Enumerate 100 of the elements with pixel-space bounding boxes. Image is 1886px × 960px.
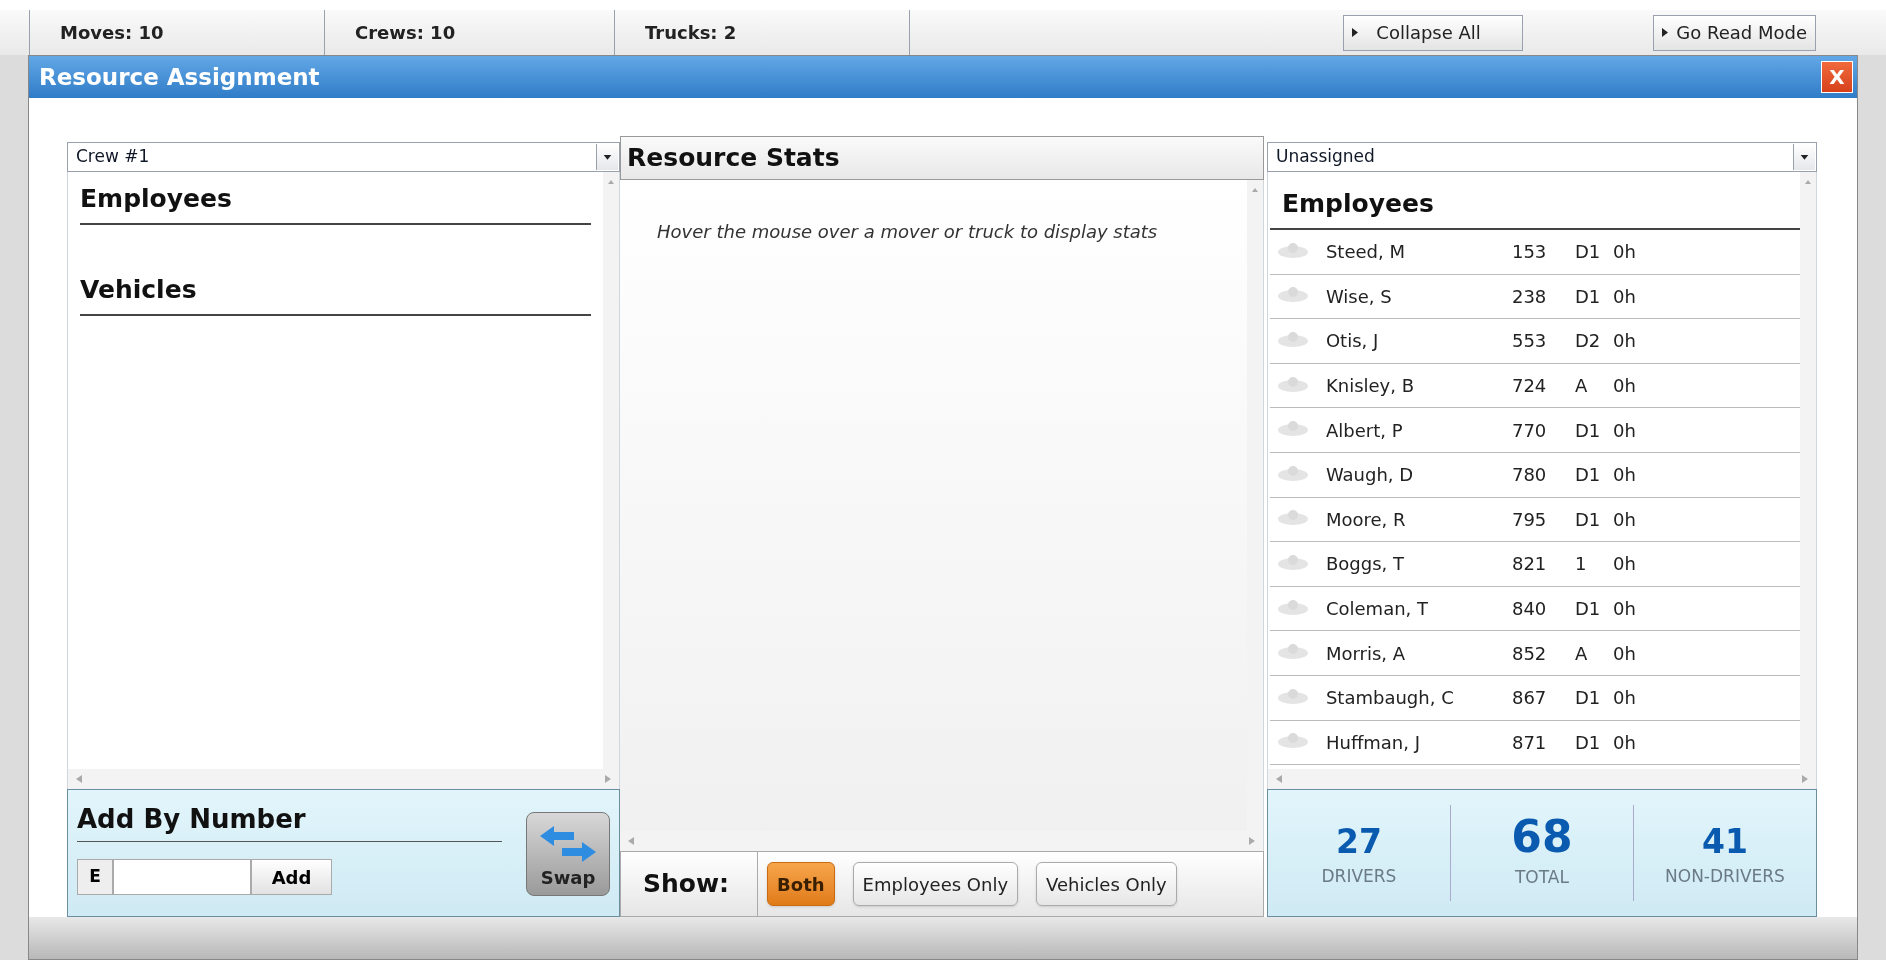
number-input-field[interactable] xyxy=(113,859,251,895)
employee-name: Waugh, D xyxy=(1325,463,1415,488)
employee-number: 852 xyxy=(1511,641,1548,666)
summary-label: TOTAL xyxy=(1515,866,1569,890)
employee-class: A xyxy=(1574,374,1589,399)
employee-class: D1 xyxy=(1574,507,1602,532)
employee-number: 867 xyxy=(1511,686,1548,711)
toolbar-button[interactable]: Go Read Mode xyxy=(1653,14,1816,51)
employee-number: 238 xyxy=(1511,284,1548,309)
employee-hours: 0h xyxy=(1612,597,1636,622)
employee-row[interactable]: Stambaugh, C 867 D1 0h xyxy=(1269,675,1800,721)
employee-class: D1 xyxy=(1574,463,1602,488)
employee-row[interactable]: Steed, M 153 D1 0h xyxy=(1269,230,1800,275)
scroll-left-icon[interactable] xyxy=(628,837,635,845)
horizontal-scrollbar[interactable] xyxy=(1267,769,1816,789)
stat-label: Trucks: 2 xyxy=(645,21,737,45)
employee-hours: 0h xyxy=(1612,686,1636,711)
section-header: Employees xyxy=(80,178,592,225)
close-button[interactable]: X xyxy=(1821,61,1853,93)
stat-label: Crews: 10 xyxy=(355,21,456,45)
swap-button[interactable]: Swap xyxy=(526,812,611,896)
filter-button[interactable]: Employees Only xyxy=(852,862,1019,906)
employee-number: 153 xyxy=(1511,240,1548,265)
employee-name: Boggs, T xyxy=(1325,552,1405,577)
employee-number: 840 xyxy=(1511,597,1548,622)
dropdown-select[interactable]: Unassigned xyxy=(1266,142,1817,172)
employee-name: Steed, M xyxy=(1325,240,1406,265)
employee-hours: 0h xyxy=(1612,552,1636,577)
hint-text: Hover the mouse over a mover or truck to display stats xyxy=(657,221,1158,242)
employee-hours: 0h xyxy=(1612,641,1636,666)
section-header: Vehicles xyxy=(80,269,592,316)
horizontal-scrollbar[interactable] xyxy=(68,769,620,789)
employee-number: 770 xyxy=(1511,418,1548,443)
employee-row[interactable]: Albert, P 770 D1 0h xyxy=(1269,408,1800,453)
employee-class: D1 xyxy=(1574,730,1602,755)
filter-button[interactable]: Vehicles Only xyxy=(1036,862,1177,906)
add-button[interactable]: Add xyxy=(251,859,332,895)
employee-class: D1 xyxy=(1574,284,1602,309)
employee-hours: 0h xyxy=(1612,418,1636,443)
dropdown-caret-icon[interactable] xyxy=(1793,144,1815,170)
employee-class: D1 xyxy=(1574,240,1602,265)
employee-hours: 0h xyxy=(1612,329,1636,354)
summary-label: NON-DRIVERS xyxy=(1665,864,1785,888)
employee-name: Albert, P xyxy=(1325,418,1404,443)
summary-value: 27 xyxy=(1335,824,1382,858)
employee-name: Stambaugh, C xyxy=(1325,686,1455,711)
dialog-title: Resource Assignment xyxy=(39,62,320,92)
stat-label: Moves: 10 xyxy=(60,21,164,45)
employee-number: 821 xyxy=(1511,552,1548,577)
employee-row[interactable]: Morris, A 852 A 0h xyxy=(1269,631,1800,676)
employee-name: Otis, J xyxy=(1325,329,1380,354)
employee-row[interactable]: Huffman, J 871 D1 0h xyxy=(1269,720,1800,766)
scroll-right-icon[interactable] xyxy=(1248,837,1255,845)
employee-class: A xyxy=(1574,641,1589,666)
employee-name: Morris, A xyxy=(1325,641,1407,666)
employee-row[interactable]: Boggs, T 821 1 0h xyxy=(1269,542,1800,587)
summary-value: 41 xyxy=(1702,824,1748,858)
scroll-right-icon[interactable] xyxy=(1802,775,1808,783)
section-header: Employees xyxy=(1269,172,1800,230)
employee-hours: 0h xyxy=(1612,284,1636,309)
scroll-left-icon[interactable] xyxy=(1275,775,1282,783)
employee-name: Huffman, J xyxy=(1325,730,1421,755)
employee-class: D2 xyxy=(1574,329,1602,354)
employee-name: Moore, R xyxy=(1325,507,1407,532)
employee-number: 795 xyxy=(1511,507,1548,532)
employee-class: 1 xyxy=(1574,552,1588,577)
summary-label: DRIVERS xyxy=(1321,864,1397,888)
show-label: Show: xyxy=(643,868,730,901)
toolbar-button[interactable]: Collapse All xyxy=(1343,14,1524,51)
employee-row[interactable]: Moore, R 795 D1 0h xyxy=(1269,497,1800,543)
prefix-label: E xyxy=(77,859,113,895)
employee-row[interactable]: Knisley, B 724 A 0h xyxy=(1269,363,1800,409)
employee-name: Knisley, B xyxy=(1325,374,1416,399)
employee-row[interactable]: Coleman, T 840 D1 0h xyxy=(1269,586,1800,632)
employee-row[interactable]: Wise, S 238 D1 0h xyxy=(1269,274,1800,320)
employee-name: Coleman, T xyxy=(1325,597,1429,622)
employee-hours: 0h xyxy=(1612,507,1636,532)
employee-number: 780 xyxy=(1511,463,1548,488)
vertical-scrollbar[interactable] xyxy=(1800,172,1816,769)
employee-class: D1 xyxy=(1574,597,1602,622)
scroll-right-icon[interactable] xyxy=(605,775,612,783)
dropdown-select[interactable]: Crew #1 xyxy=(67,142,621,172)
employee-number: 871 xyxy=(1511,730,1548,755)
summary-value: 68 xyxy=(1511,815,1573,860)
employee-row[interactable]: Otis, J 553 D2 0h xyxy=(1269,319,1800,364)
employee-hours: 0h xyxy=(1612,730,1636,755)
panel-header: Resource Stats xyxy=(620,136,1264,180)
triangle-right-icon xyxy=(1352,28,1359,37)
scroll-left-icon[interactable] xyxy=(76,775,82,783)
employee-number: 553 xyxy=(1511,329,1548,354)
dropdown-caret-icon[interactable] xyxy=(596,144,619,170)
employee-class: D1 xyxy=(1574,418,1602,443)
employee-row[interactable]: Waugh, D 780 D1 0h xyxy=(1269,452,1800,498)
employee-name: Wise, S xyxy=(1325,284,1393,309)
vertical-scrollbar[interactable] xyxy=(603,172,620,769)
triangle-right-icon xyxy=(1662,28,1669,37)
employee-hours: 0h xyxy=(1612,374,1636,399)
panel-title: Add By Number xyxy=(77,800,502,842)
filter-button[interactable]: Both xyxy=(767,862,835,906)
employee-number: 724 xyxy=(1511,374,1548,399)
